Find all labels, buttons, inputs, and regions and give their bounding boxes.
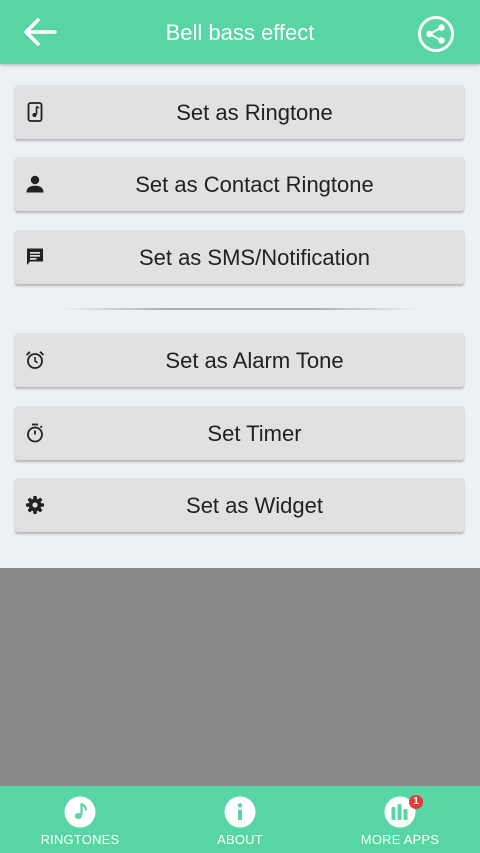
set-alarm-tone-label: Set as Alarm Tone [165,348,344,373]
share-button[interactable] [417,15,455,53]
ad-placeholder [0,568,480,786]
section-divider [60,308,420,310]
notification-badge: 1 [409,795,423,809]
set-widget-label: Set as Widget [186,493,323,518]
nav-about-label: ABOUT [217,832,263,847]
page-title: Bell bass effect [165,20,315,45]
set-ringtone-button[interactable]: Set as Ringtone [15,85,464,139]
alarm-clock-icon [25,350,45,370]
message-icon [25,247,45,267]
back-button[interactable] [22,15,58,49]
set-sms-notification-button[interactable]: Set as SMS/Notification [15,230,464,284]
set-alarm-tone-button[interactable]: Set as Alarm Tone [15,333,464,387]
set-timer-label: Set Timer [207,421,302,446]
nav-ringtones-label: RINGTONES [40,832,120,847]
gear-icon [25,495,45,515]
bottom-navigation: RINGTONES ABOUT 1 MORE APPS [0,786,480,853]
person-icon [25,174,45,194]
nav-more-apps-label: MORE APPS [360,832,440,847]
info-icon [224,796,256,828]
top-app-bar: Bell bass effect [0,0,480,64]
set-widget-button[interactable]: Set as Widget [15,478,464,532]
arrow-left-icon [24,18,57,46]
share-icon [418,16,454,52]
stopwatch-icon [25,423,45,443]
nav-about[interactable]: ABOUT [160,786,320,853]
action-list: Set as Ringtone Set as Contact Ringtone [0,64,480,568]
nav-more-apps[interactable]: 1 MORE APPS [320,786,480,853]
nav-ringtones[interactable]: RINGTONES [0,786,160,853]
set-timer-button[interactable]: Set Timer [15,406,464,460]
set-sms-notification-label: Set as SMS/Notification [138,245,371,270]
set-contact-ringtone-label: Set as Contact Ringtone [135,172,374,197]
app-screen: Bell bass effect Set as Ringtone Set as … [0,0,480,853]
set-contact-ringtone-button[interactable]: Set as Contact Ringtone [15,157,464,211]
music-note-icon [64,796,96,828]
set-ringtone-label: Set as Ringtone [176,100,333,125]
music-file-icon [25,102,45,122]
